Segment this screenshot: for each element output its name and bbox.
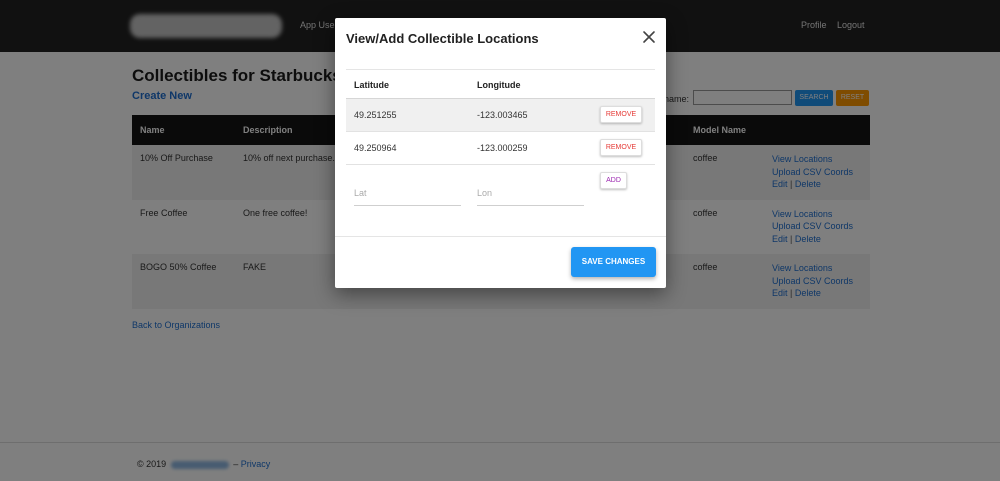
location-lat: 49.250964 (354, 143, 397, 153)
footer-divider (335, 236, 666, 237)
save-changes-button[interactable]: SAVE CHANGES (571, 247, 656, 277)
longitude-header: Longitude (477, 80, 521, 90)
location-row: 49.250964 -123.000259 REMOVE (346, 132, 655, 165)
header-divider (346, 69, 655, 70)
location-lon: -123.000259 (477, 143, 528, 153)
location-lat: 49.251255 (354, 110, 397, 120)
remove-location-button[interactable]: REMOVE (600, 139, 642, 156)
close-icon[interactable] (641, 29, 657, 45)
locations-modal: View/Add Collectible Locations Latitude … (335, 18, 666, 288)
new-lon-input[interactable] (477, 180, 584, 206)
modal-title: View/Add Collectible Locations (346, 31, 539, 46)
latitude-header: Latitude (354, 80, 389, 90)
location-row: 49.251255 -123.003465 REMOVE (346, 99, 655, 132)
new-lat-input[interactable] (354, 180, 461, 206)
add-location-button[interactable]: ADD (600, 172, 627, 189)
remove-location-button[interactable]: REMOVE (600, 106, 642, 123)
location-lon: -123.003465 (477, 110, 528, 120)
